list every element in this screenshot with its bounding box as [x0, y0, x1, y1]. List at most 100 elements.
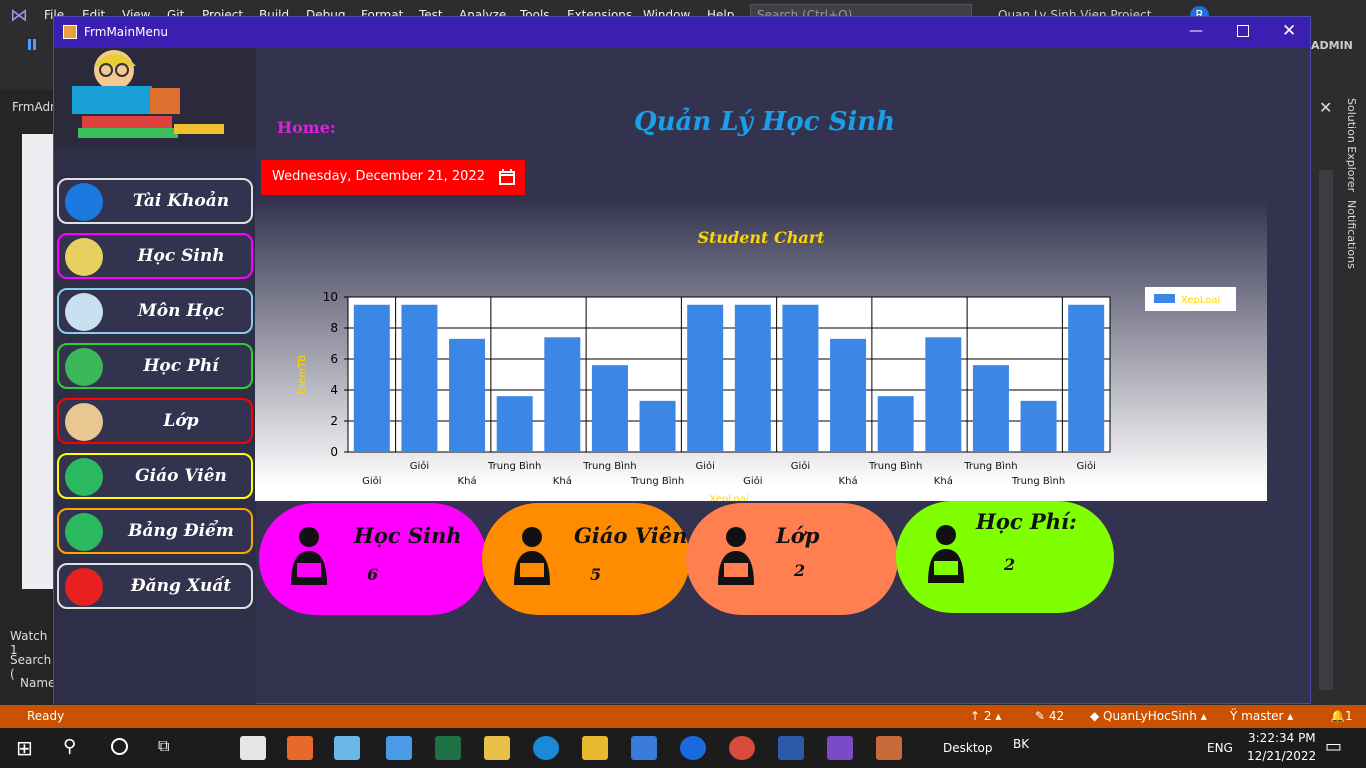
vs-left-panel: FrmAdn Watch 1 Search ( Name	[0, 90, 58, 705]
class-presentation-icon	[718, 527, 754, 585]
repo-name-value: QuanLyHocSinh	[1103, 709, 1197, 723]
stat-card-3[interactable]: Lớp 2	[686, 503, 898, 615]
pause-icon[interactable]	[28, 39, 36, 50]
chart-bar	[496, 396, 533, 452]
desktop-label[interactable]: Desktop	[943, 741, 993, 755]
language-indicator[interactable]: ENG	[1207, 741, 1233, 755]
flask-icon	[65, 293, 103, 331]
x-tick-label: Trung Bình	[963, 460, 1017, 472]
paint-icon[interactable]	[484, 736, 510, 760]
vertical-scrollbar[interactable]	[1319, 170, 1333, 690]
close-icon[interactable]: ✕	[1319, 98, 1332, 117]
mail-icon[interactable]	[240, 736, 266, 760]
edge-icon[interactable]	[533, 736, 559, 760]
stat-card-value: 5	[590, 565, 602, 584]
y-axis-label: DiemTB	[297, 355, 308, 394]
student-chart: Student Chart 0 2 4 6 8 10 Giỏi Giỏi Khá Trung Bìn…	[297, 228, 1236, 505]
search-icon[interactable]: ⚲	[63, 736, 76, 757]
repo-name[interactable]: ◆ QuanLyHocSinh ▴	[1090, 709, 1207, 723]
word-icon[interactable]	[778, 736, 804, 760]
teacher-icon	[65, 458, 103, 496]
clock-time[interactable]: 3:22:34 PM	[1248, 731, 1316, 745]
push-count[interactable]: ↑ 2 ▴	[970, 709, 1001, 723]
minimize-button[interactable]: —	[1189, 23, 1203, 39]
ready-status: Ready	[27, 709, 65, 723]
nav-button-7[interactable]: Bảng Điểm	[57, 508, 253, 554]
x-tick-label: Giỏi	[1076, 460, 1095, 472]
x-tick-label: Giỏi	[791, 460, 810, 472]
winforms-app-icon[interactable]	[876, 736, 902, 760]
media-player-icon[interactable]	[287, 736, 313, 760]
chrome-icon[interactable]	[729, 736, 755, 760]
x-tick-label: Trung Bình	[582, 460, 636, 472]
chart-bar	[639, 400, 676, 452]
left-doc-tab[interactable]: FrmAdn	[12, 100, 58, 114]
windows-taskbar: ⊞ ⚲ ⧉ Desktop BK ENG 3:22:34 PM 12/21/20…	[0, 728, 1366, 768]
notifications-tab[interactable]: Notifications	[1345, 200, 1358, 269]
power-icon	[65, 568, 103, 606]
zalo-icon[interactable]	[680, 736, 706, 760]
nav-button-4[interactable]: Học Phí	[57, 343, 253, 389]
date-picker[interactable]: Wednesday, December 21, 2022	[261, 160, 525, 195]
calendar-icon[interactable]	[499, 169, 515, 185]
windows-start-icon[interactable]: ⊞	[16, 736, 33, 760]
chart-bar	[449, 338, 486, 452]
report-icon	[65, 513, 103, 551]
reading-child-logo-icon	[72, 50, 224, 138]
vs-statusbar: Ready ↑ 2 ▴ ✎ 42 ◆ QuanLyHocSinh ▴ Ÿ mas…	[0, 705, 1366, 728]
edits-count[interactable]: ✎ 42	[1035, 709, 1064, 723]
branch-name[interactable]: Ÿ master ▴	[1230, 709, 1293, 723]
nav-button-3[interactable]: Môn Học	[57, 288, 253, 334]
chart-bar	[972, 365, 1009, 452]
designer-preview	[22, 134, 53, 589]
x-tick-label: Trung Bình	[868, 460, 922, 472]
push-count-value: 2	[983, 709, 992, 723]
nav-button-5[interactable]: Lớp	[57, 398, 253, 444]
x-tick-label: Giỏi	[362, 475, 381, 487]
store-icon[interactable]	[631, 736, 657, 760]
x-tick-label: Giỏi	[743, 475, 762, 487]
action-center-icon[interactable]: ▭	[1325, 736, 1342, 757]
sidebar: Tài Khoản Học Sinh Môn Học Học Phí Lớp Giáo V…	[54, 48, 256, 704]
stat-card-1[interactable]: Học Sinh 6	[259, 503, 487, 615]
x-tick-label: Trung Bình	[630, 475, 684, 487]
notification-count[interactable]: 🔔1	[1330, 709, 1353, 723]
form-titlebar: FrmMainMenu — ✕	[54, 17, 1310, 48]
stat-card-title: Lớp	[776, 523, 820, 548]
maximize-button[interactable]	[1237, 25, 1249, 37]
nav-button-label: Học Sinh	[137, 246, 225, 266]
visual-studio-icon[interactable]	[827, 736, 853, 760]
excel-icon[interactable]	[435, 736, 461, 760]
laptop-icon[interactable]	[386, 736, 412, 760]
app-logo	[54, 48, 256, 148]
solution-explorer-tab[interactable]: Solution Explorer	[1345, 98, 1358, 192]
chart-title: Student Chart	[697, 228, 825, 247]
nav-button-label: Đăng Xuất	[130, 576, 232, 596]
student-chart-panel: Student Chart 0 2 4 6 8 10 Giỏi Giỏi Khá Trung Bìn…	[255, 199, 1267, 505]
cortana-icon[interactable]	[111, 738, 128, 755]
form-app-icon	[63, 25, 77, 39]
stat-card-2[interactable]: Giáo Viên 5	[482, 503, 690, 615]
x-axis-label: XepLoai	[709, 494, 748, 501]
nav-button-6[interactable]: Giáo Viên	[57, 453, 253, 499]
file-explorer-icon[interactable]	[582, 736, 608, 760]
task-view-icon[interactable]: ⧉	[158, 736, 169, 756]
notes-icon[interactable]	[334, 736, 360, 760]
chart-bar	[877, 396, 914, 452]
x-tick-label: Trung Bình	[1011, 475, 1065, 487]
stat-card-4[interactable]: Học Phí: 2	[896, 501, 1114, 613]
stat-card-title: Học Phí:	[976, 509, 1077, 534]
vs-logo-icon: ⋈	[10, 5, 28, 26]
close-button[interactable]: ✕	[1282, 21, 1296, 41]
x-tick-label: Khá	[458, 475, 477, 487]
page-title: Quản Lý Học Sinh	[634, 107, 896, 137]
nav-button-8[interactable]: Đăng Xuất	[57, 563, 253, 609]
clock-date[interactable]: 12/21/2022	[1247, 749, 1316, 763]
edits-count-value: 42	[1048, 709, 1065, 723]
chart-bar	[1068, 304, 1105, 452]
nav-button-1[interactable]: Tài Khoản	[57, 178, 253, 224]
nav-button-label: Tài Khoản	[132, 191, 230, 211]
watch-name-header: Name	[20, 676, 56, 690]
nav-button-2[interactable]: Học Sinh	[57, 233, 253, 279]
user-label[interactable]: BK	[1013, 737, 1029, 751]
